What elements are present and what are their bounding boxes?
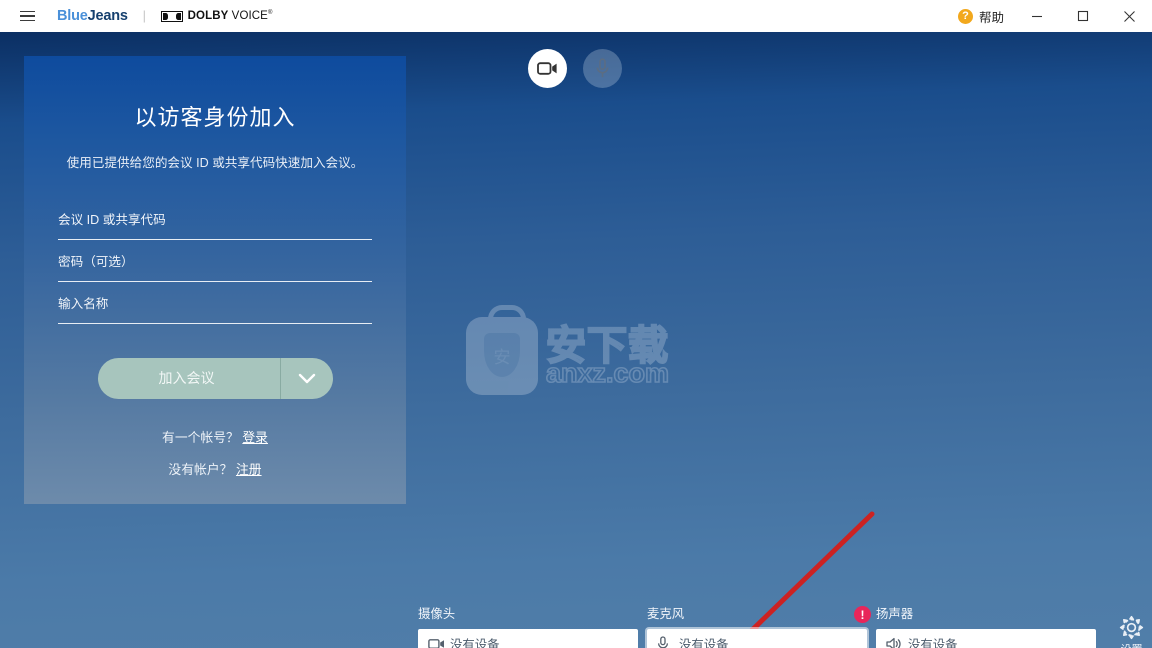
settings-label: 设置 <box>1121 641 1143 648</box>
display-name-field[interactable]: 输入名称 <box>58 282 372 324</box>
help-question-icon: ? <box>957 8 973 24</box>
watermark-chinese-text: 安下载 <box>545 323 669 368</box>
hamburger-menu-icon[interactable] <box>10 0 44 32</box>
maximize-icon <box>1077 10 1089 22</box>
panel-subtitle: 使用已提供给您的会议 ID 或共享代码快速加入会议。 <box>66 156 364 170</box>
join-button-row: 加入会议 <box>58 357 372 399</box>
dolby-voice-logo: DOLBY VOICE® <box>160 10 273 22</box>
speaker-device-value: 没有设备 <box>908 638 958 648</box>
close-icon <box>1123 10 1135 22</box>
video-camera-icon <box>537 62 557 75</box>
login-row: 有一个帐号？ 登录 <box>58 427 372 446</box>
title-bar: BlueJeans | DOLBY VOICE® ? 帮助 <box>0 0 1152 32</box>
device-selector-bar: 摄像头 没有设备 麦克风 没有设备 ! 扬声器 没有设备 <box>418 604 1144 648</box>
microphone-toggle-button[interactable] <box>583 49 622 88</box>
dolby-bold-text: DOLBY <box>187 10 229 23</box>
watermark-shield-glyph: 安 <box>484 333 520 377</box>
bag-shield-icon: 安 <box>466 305 538 395</box>
display-name-placeholder: 输入名称 <box>58 296 109 311</box>
microphone-alert-badge: ! <box>854 606 871 623</box>
camera-device-label: 摄像头 <box>418 607 456 621</box>
join-meeting-label: 加入会议 <box>158 370 215 387</box>
help-button[interactable]: ? 帮助 <box>948 0 1014 32</box>
meeting-id-placeholder: 会议 ID 或共享代码 <box>58 212 166 227</box>
camera-device-group: 摄像头 没有设备 <box>418 604 638 648</box>
site-watermark: 安 安下载 anxz.com <box>466 305 686 402</box>
close-button[interactable] <box>1106 0 1152 32</box>
dolby-wordmark: DOLBY VOICE® <box>188 10 273 22</box>
settings-button[interactable]: 设置 <box>1119 615 1144 648</box>
microphone-device-select[interactable]: 没有设备 <box>647 629 867 648</box>
watermark-domain-text: anxz.com <box>545 357 670 388</box>
brand-navy-text: Jeans <box>87 8 128 24</box>
signup-prompt: 没有帐户？ <box>168 461 233 477</box>
join-form: 会议 ID 或共享代码 密码（可选） 输入名称 <box>58 198 372 324</box>
app-brand: BlueJeans | DOLBY VOICE® <box>57 8 273 24</box>
guest-join-panel: 以访客身份加入 使用已提供给您的会议 ID 或共享代码快速加入会议。 会议 ID… <box>24 56 406 504</box>
camera-device-value: 没有设备 <box>450 638 500 648</box>
signup-link[interactable]: 注册 <box>236 462 262 477</box>
camera-toggle-button[interactable] <box>528 49 567 88</box>
microphone-device-value: 没有设备 <box>679 638 729 648</box>
login-prompt: 有一个帐号？ <box>162 429 239 445</box>
signup-row: 没有帐户？ 注册 <box>58 459 372 478</box>
speaker-device-select[interactable]: 没有设备 <box>876 629 1096 648</box>
login-link[interactable]: 登录 <box>242 430 268 445</box>
meeting-id-field[interactable]: 会议 ID 或共享代码 <box>58 198 372 240</box>
maximize-button[interactable] <box>1060 0 1106 32</box>
main-stage: 以访客身份加入 使用已提供给您的会议 ID 或共享代码快速加入会议。 会议 ID… <box>0 32 1152 648</box>
watermark-text: 安下载 anxz.com <box>545 323 670 388</box>
titlebar-right-group: ? 帮助 <box>948 0 1152 32</box>
speaker-icon <box>886 637 904 648</box>
passcode-placeholder: 密码（可选） <box>58 254 134 269</box>
dolby-light-text: VOICE <box>228 10 268 23</box>
join-options-dropdown[interactable] <box>281 373 333 384</box>
minimize-button[interactable] <box>1014 0 1060 32</box>
help-label: 帮助 <box>978 10 1004 25</box>
gear-icon <box>1119 615 1144 640</box>
join-meeting-button[interactable]: 加入会议 <box>97 357 333 399</box>
chevron-down-icon <box>298 373 315 383</box>
camera-device-select[interactable]: 没有设备 <box>418 629 638 648</box>
page-title: 以访客身份加入 <box>134 105 296 130</box>
media-controls <box>528 49 622 88</box>
account-links: 有一个帐号？ 登录 没有帐户？ 注册 <box>58 427 372 478</box>
brand-separator: | <box>142 8 146 23</box>
video-camera-icon <box>428 638 446 648</box>
speaker-device-label: 扬声器 <box>876 607 914 621</box>
passcode-field[interactable]: 密码（可选） <box>58 240 372 282</box>
microphone-device-label: 麦克风 <box>647 607 685 621</box>
minimize-icon <box>1032 15 1042 18</box>
app-window: BlueJeans | DOLBY VOICE® ? 帮助 以访客身份加入 使用… <box>0 0 1152 648</box>
dolby-trademark: ® <box>267 10 273 17</box>
microphone-icon <box>657 636 675 648</box>
dolby-double-d-icon <box>160 10 183 22</box>
microphone-device-group: 麦克风 没有设备 <box>647 604 867 648</box>
microphone-icon <box>596 58 609 78</box>
brand-blue-text: Blue <box>57 8 88 24</box>
speaker-device-group: ! 扬声器 没有设备 <box>854 604 1096 648</box>
